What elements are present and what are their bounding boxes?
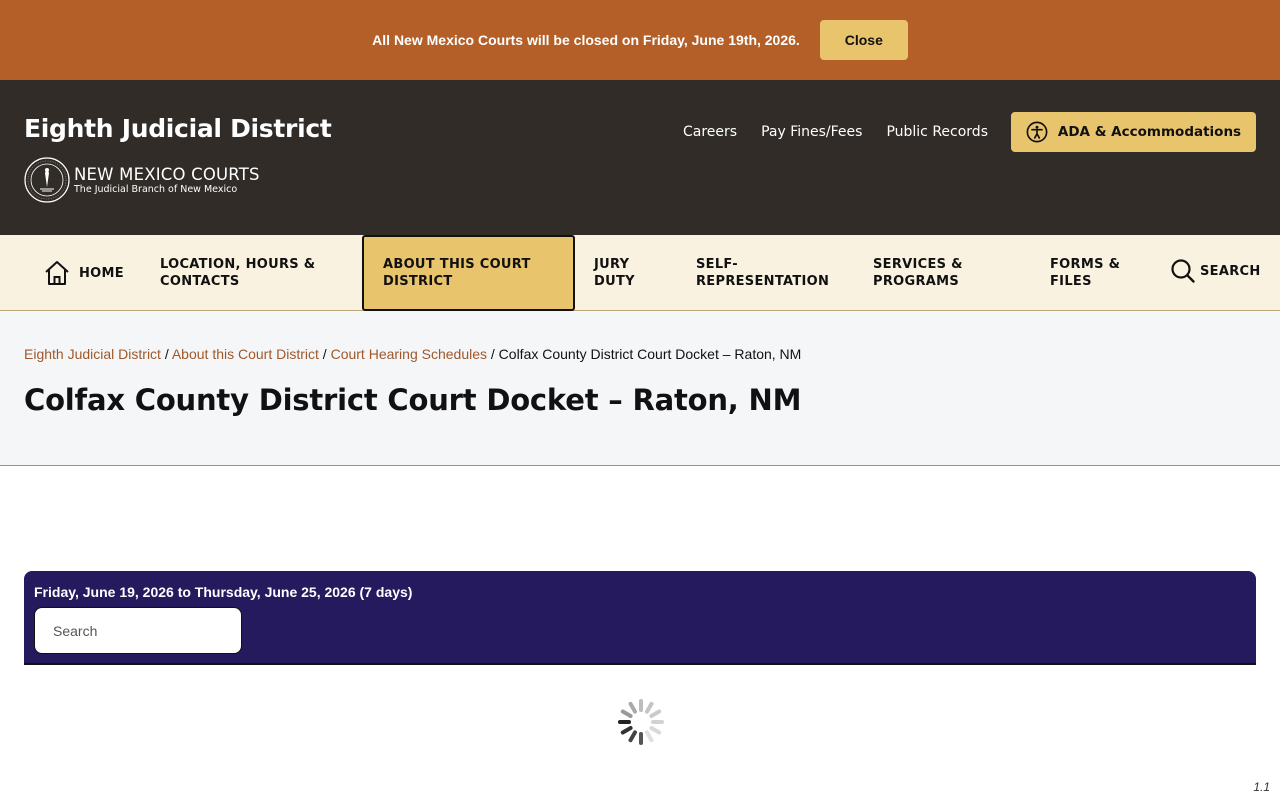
nav-services-line2: PROGRAMS bbox=[873, 274, 960, 289]
brand-name: NEW MEXICO COURTS bbox=[74, 164, 260, 184]
main-navigation: HOME LOCATION, HOURS & CONTACTS ABOUT THI… bbox=[0, 235, 1280, 311]
accessibility-icon bbox=[1026, 121, 1048, 143]
nav-location-line1: LOCATION, HOURS & bbox=[160, 257, 316, 272]
nav-jury-line2: DUTY bbox=[594, 274, 635, 289]
public-records-link[interactable]: Public Records bbox=[886, 124, 988, 140]
ada-label: ADA & Accommodations bbox=[1057, 124, 1242, 140]
breadcrumb-item[interactable]: Eighth Judicial District bbox=[24, 346, 161, 362]
alert-message: All New Mexico Courts will be closed on … bbox=[372, 32, 800, 48]
court-seal-icon bbox=[24, 157, 70, 203]
alert-close-button[interactable]: Close bbox=[819, 20, 908, 60]
nav-location-hours-contacts[interactable]: LOCATION, HOURS & CONTACTS bbox=[160, 235, 315, 311]
breadcrumb-separator: / bbox=[490, 346, 495, 362]
nav-home[interactable]: HOME bbox=[43, 235, 124, 311]
site-header: Eighth Judicial District NEW MEXICO COUR… bbox=[0, 80, 1280, 235]
pay-fines-link[interactable]: Pay Fines/Fees bbox=[761, 124, 862, 140]
nav-self-representation[interactable]: SELF- REPRESENTATION bbox=[696, 235, 829, 311]
nav-self-rep-line1: SELF- bbox=[696, 257, 738, 272]
loading-spinner-icon bbox=[618, 699, 664, 745]
breadcrumb-separator: / bbox=[322, 346, 327, 362]
breadcrumb-item[interactable]: About this Court District bbox=[172, 346, 319, 362]
search-icon bbox=[1171, 259, 1195, 283]
nav-jury-line1: JURY bbox=[594, 257, 630, 272]
version-label: 1.1 bbox=[1253, 780, 1270, 794]
nav-location-line2: CONTACTS bbox=[160, 274, 240, 289]
nav-home-label: HOME bbox=[79, 265, 124, 281]
brand-subtitle: The Judicial Branch of New Mexico bbox=[74, 183, 238, 195]
nav-search-label: SEARCH bbox=[1200, 263, 1261, 279]
home-icon bbox=[45, 261, 69, 285]
breadcrumb-separator: / bbox=[164, 346, 169, 362]
nav-forms-line1: FORMS & bbox=[1050, 257, 1121, 272]
page-header: Eighth Judicial District / About this Co… bbox=[0, 311, 1280, 466]
nav-self-rep-line2: REPRESENTATION bbox=[696, 274, 830, 289]
nav-services-line1: SERVICES & bbox=[873, 257, 963, 272]
alert-banner: All New Mexico Courts will be closed on … bbox=[0, 0, 1280, 80]
nav-about-line1: ABOUT THIS COURT bbox=[383, 257, 531, 272]
nav-jury-duty[interactable]: JURY DUTY bbox=[594, 235, 635, 311]
docket-panel: Friday, June 19, 2026 to Thursday, June … bbox=[24, 571, 1256, 665]
nav-search[interactable]: SEARCH bbox=[1170, 233, 1261, 309]
site-title[interactable]: Eighth Judicial District bbox=[24, 114, 332, 143]
careers-link[interactable]: Careers bbox=[683, 124, 737, 140]
breadcrumb-current: Colfax County District Court Docket – Ra… bbox=[498, 346, 802, 362]
page-title: Colfax County District Court Docket – Ra… bbox=[24, 383, 802, 417]
nav-about-this-court-district[interactable]: ABOUT THIS COURT DISTRICT bbox=[362, 235, 575, 311]
utility-links: Careers Pay Fines/Fees Public Records bbox=[683, 124, 988, 140]
breadcrumb: Eighth Judicial District / About this Co… bbox=[24, 346, 801, 362]
docket-search-input[interactable] bbox=[34, 607, 242, 654]
breadcrumb-item[interactable]: Court Hearing Schedules bbox=[331, 346, 487, 362]
nav-services-programs[interactable]: SERVICES & PROGRAMS bbox=[873, 235, 963, 311]
ada-accommodations-button[interactable]: ADA & Accommodations bbox=[1011, 112, 1256, 152]
nav-about-line2: DISTRICT bbox=[383, 274, 453, 289]
nm-courts-logo[interactable]: NEW MEXICO COURTS The Judicial Branch of… bbox=[24, 157, 260, 203]
nav-forms-files[interactable]: FORMS & FILES bbox=[1050, 235, 1120, 311]
docket-date-range: Friday, June 19, 2026 to Thursday, June … bbox=[34, 584, 413, 600]
nav-forms-line2: FILES bbox=[1050, 274, 1092, 289]
